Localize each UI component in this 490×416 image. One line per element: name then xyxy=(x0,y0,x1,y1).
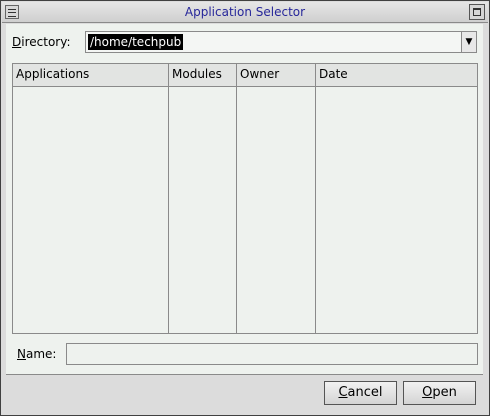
directory-value: /home/techpub xyxy=(88,34,184,50)
table-header: Applications Modules Owner Date xyxy=(13,64,477,87)
directory-label: Directory: xyxy=(12,35,71,49)
column-modules xyxy=(169,86,237,333)
button-divider xyxy=(6,374,483,375)
window-title: Application Selector xyxy=(184,5,306,19)
column-owner xyxy=(237,86,316,333)
open-button[interactable]: Open xyxy=(403,381,476,405)
maximize-icon[interactable] xyxy=(469,4,485,20)
applications-table[interactable]: Applications Modules Owner Date xyxy=(12,63,478,334)
column-header-modules[interactable]: Modules xyxy=(169,64,237,86)
directory-combobox-input[interactable]: /home/techpub xyxy=(85,31,462,53)
column-header-date[interactable]: Date xyxy=(316,64,477,86)
cancel-button[interactable]: Cancel xyxy=(324,381,397,405)
name-input[interactable] xyxy=(66,343,478,365)
title-bar[interactable]: Application Selector xyxy=(2,2,488,23)
dropdown-arrow-icon[interactable]: ▼ xyxy=(461,31,477,53)
column-header-owner[interactable]: Owner xyxy=(237,64,316,86)
name-label: Name: xyxy=(17,347,57,361)
column-header-applications[interactable]: Applications xyxy=(13,64,169,86)
column-applications xyxy=(13,86,169,333)
